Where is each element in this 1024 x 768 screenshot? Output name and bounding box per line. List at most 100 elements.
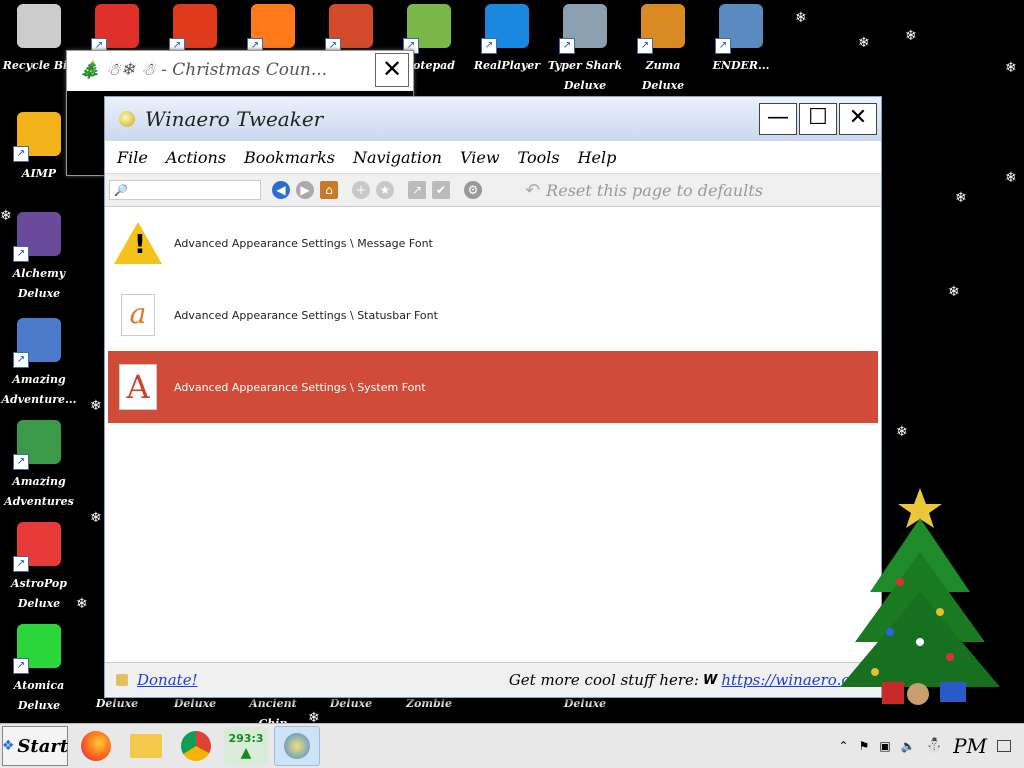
taskbar-firefox[interactable] — [74, 727, 118, 765]
home-icon[interactable]: ⌂ — [320, 181, 338, 199]
menu-tools[interactable]: Tools — [518, 148, 560, 167]
taskbar-chrome[interactable] — [174, 727, 218, 765]
shortcut-arrow-icon: ↗ — [481, 38, 497, 54]
start-label: Start — [17, 735, 69, 757]
desktop-icon[interactable]: ↗ Zuma Deluxe — [624, 4, 702, 96]
shortcut-arrow-icon: ↗ — [559, 38, 575, 54]
snowflake-icon: ❄ — [90, 510, 102, 526]
menu-file[interactable]: File — [117, 148, 148, 167]
network-icon[interactable]: ▣ — [879, 739, 890, 753]
reset-defaults-button[interactable]: ↶ Reset this page to defaults — [525, 180, 763, 201]
snowflake-icon: ❄ — [76, 596, 88, 612]
window-titlebar[interactable]: Winaero Tweaker — ☐ ✕ — [105, 97, 881, 141]
desktop-icon[interactable]: ↗ Alchemy Deluxe — [0, 212, 78, 304]
app-icon: ↗ — [481, 4, 529, 54]
desktop-icon[interactable]: ↗Amazing Adventures ... — [0, 420, 78, 532]
back-window-title: 🎄 ☃❄ ☃ - Christmas Coun... — [79, 60, 328, 80]
menu-actions[interactable]: Actions — [166, 148, 226, 167]
menu-navigation[interactable]: Navigation — [353, 148, 442, 167]
desktop-icon-label: Atomica Deluxe — [13, 679, 65, 712]
forward-arrow-icon[interactable]: ▶ — [296, 181, 314, 199]
shortcut-arrow-icon: ↗ — [13, 454, 29, 470]
menu-bookmarks[interactable]: Bookmarks — [244, 148, 335, 167]
desktop-icon[interactable]: ↗ Atomica Deluxe — [0, 624, 78, 716]
shortcut-icon[interactable]: ↗ — [408, 181, 426, 199]
notification-icon[interactable] — [997, 740, 1011, 752]
christmas-tree-decoration — [840, 488, 1000, 705]
firefox-icon — [81, 731, 111, 761]
add-bookmark-icon[interactable]: + — [352, 181, 370, 199]
winaero-tweaker-window[interactable]: Winaero Tweaker — ☐ ✕ File Actions Bookm… — [104, 96, 882, 698]
shortcut-arrow-icon: ↗ — [13, 658, 29, 674]
start-button[interactable]: ❖ Start — [2, 726, 68, 766]
taskbar: ❖ Start 293:3 ▲ ⌃ ⚑ ▣ 🔈 ⛄ PM — [0, 723, 1024, 768]
taskbar-file-explorer[interactable] — [124, 727, 168, 765]
windows-logo-icon: ❖ — [1, 738, 15, 754]
desktop-icon[interactable]: ↗ — [78, 4, 156, 56]
results-list: ! Advanced Appearance Settings \ Message… — [108, 207, 878, 661]
security-icon[interactable]: ⚑ — [859, 739, 870, 753]
clock[interactable]: PM — [953, 734, 987, 758]
list-item[interactable]: a Advanced Appearance Settings \ Statusb… — [108, 279, 878, 351]
font-a-icon: a — [114, 291, 162, 339]
tray-decoration-icon[interactable]: ⛄ — [926, 738, 943, 754]
snowflake-icon: ❄ — [896, 424, 908, 440]
list-item-label: Advanced Appearance Settings \ Statusbar… — [174, 308, 438, 322]
app-icon — [17, 4, 61, 48]
shortcut-arrow-icon: ↗ — [13, 246, 29, 262]
desktop-icon-label: ENDER... — [712, 59, 770, 72]
chevron-up-icon[interactable]: ⌃ — [839, 739, 849, 753]
star-icon[interactable]: ★ — [376, 181, 394, 199]
app-icon: ↗ — [715, 4, 763, 54]
taskbar-winaero-tweaker[interactable] — [274, 726, 320, 766]
back-window-titlebar[interactable]: 🎄 ☃❄ ☃ - Christmas Coun... ✕ — [67, 51, 413, 89]
shortcut-arrow-icon: ↗ — [13, 556, 29, 572]
app-icon: ↗ — [247, 4, 295, 54]
desktop-icon-label: Amazing Adventure... — [1, 373, 77, 406]
app-icon: ↗ — [13, 112, 61, 162]
app-icon: ↗ — [637, 4, 685, 54]
snowflake-icon: ❄ — [0, 208, 12, 224]
app-icon: ↗ — [91, 4, 139, 54]
check-icon[interactable]: ✔ — [432, 181, 450, 199]
snowflake-icon: ❄ — [948, 284, 960, 300]
chrome-icon — [181, 731, 211, 761]
donate-link[interactable]: Donate! — [137, 671, 198, 689]
desktop-icon[interactable]: ↗ — [312, 4, 390, 56]
desktop-icon[interactable]: ↗ — [156, 4, 234, 56]
shortcut-arrow-icon: ↗ — [13, 352, 29, 368]
desktop-icon[interactable]: ↗ Typer Shark Deluxe — [546, 4, 624, 96]
shortcut-arrow-icon: ↗ — [715, 38, 731, 54]
desktop-icon[interactable]: ↗ Amazing Adventure... — [0, 318, 78, 410]
list-item[interactable]: ! Advanced Appearance Settings \ Message… — [108, 207, 878, 279]
menu-help[interactable]: Help — [578, 148, 617, 167]
desktop-icon[interactable]: ↗ AstroPop Deluxe — [0, 522, 78, 614]
desktop-icon[interactable]: ↗ — [234, 4, 312, 56]
snowflake-icon: ❄ — [1005, 60, 1017, 76]
snowflake-icon: ❄ — [1005, 170, 1017, 186]
list-item-label: Advanced Appearance Settings \ Message F… — [174, 236, 433, 250]
app-icon: ↗ — [559, 4, 607, 54]
back-window-close-button[interactable]: ✕ — [375, 53, 409, 87]
menu-view[interactable]: View — [460, 148, 500, 167]
tree-icon: ▲ — [240, 744, 252, 761]
warning-icon: ! — [114, 219, 162, 267]
minimize-button[interactable]: — — [759, 103, 797, 135]
winaero-tweaker-icon — [284, 733, 310, 759]
snowflake-icon: ❄ — [795, 10, 807, 26]
snowflake-icon: ❄ — [90, 398, 102, 414]
settings-gear-icon[interactable]: ⚙ — [464, 181, 482, 199]
app-icon: ↗ — [13, 624, 61, 674]
volume-icon[interactable]: 🔈 — [901, 739, 916, 753]
shortcut-arrow-icon: ↗ — [13, 146, 29, 162]
back-arrow-icon[interactable]: ◀ — [272, 181, 290, 199]
desktop-icon[interactable]: ↗ ENDER... — [702, 4, 780, 76]
maximize-button[interactable]: ☐ — [799, 103, 837, 135]
app-icon: ↗ — [403, 4, 451, 54]
system-tray: ⌃ ⚑ ▣ 🔈 ⛄ PM — [834, 734, 1024, 758]
close-button[interactable]: ✕ — [839, 103, 877, 135]
desktop-icon[interactable]: ↗ RealPlayer — [468, 4, 546, 76]
list-item-selected[interactable]: A Advanced Appearance Settings \ System … — [108, 351, 878, 423]
search-input[interactable] — [109, 180, 261, 200]
taskbar-christmas-countdown[interactable]: 293:3 ▲ — [224, 727, 268, 765]
